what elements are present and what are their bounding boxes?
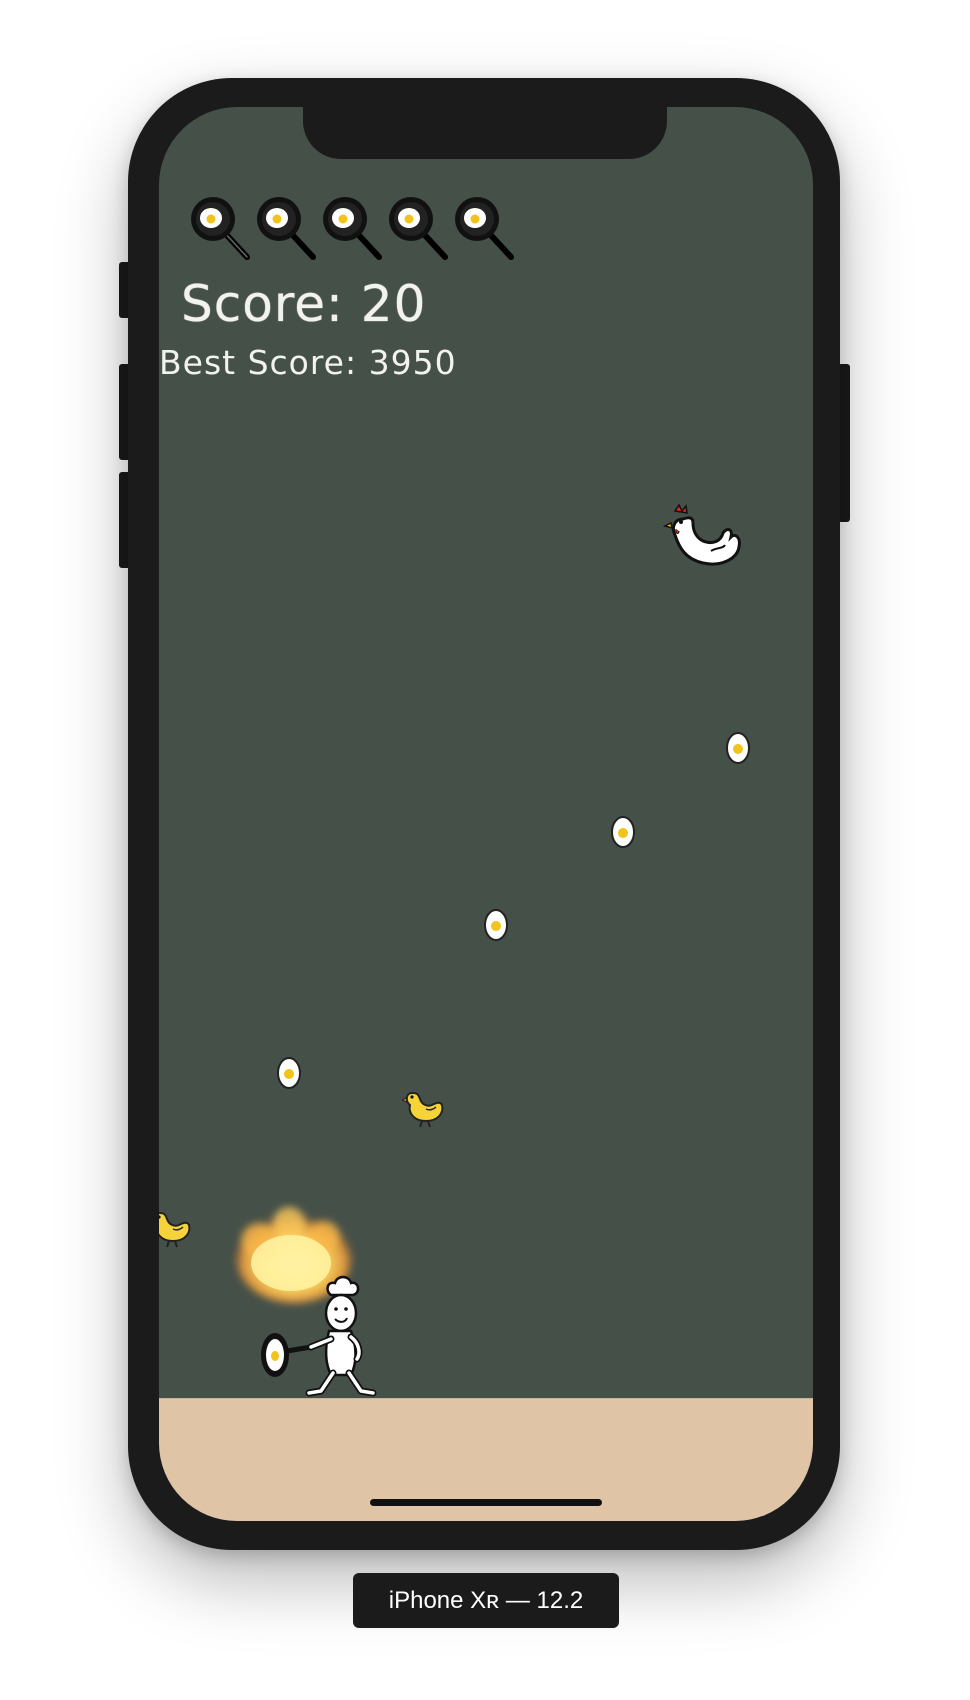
screen-notch	[303, 107, 667, 159]
frying-pan-egg-icon	[389, 197, 448, 260]
simulator-stage: Score: 20 Best Score: 3950 iPhone Xʀ — 1…	[0, 0, 970, 1700]
falling-egg-icon	[277, 1057, 301, 1089]
device-label: iPhone Xʀ — 12.2	[353, 1573, 619, 1628]
chick-icon	[402, 1091, 444, 1128]
chicken-icon	[663, 503, 741, 566]
score-label: Score: 20	[181, 275, 427, 333]
game-screen[interactable]: Score: 20 Best Score: 3950	[159, 107, 813, 1521]
frying-pan-egg-icon	[257, 197, 316, 260]
home-indicator[interactable]	[370, 1499, 602, 1506]
falling-egg-icon	[484, 909, 508, 941]
frying-pan-egg-icon	[191, 197, 250, 260]
frying-pan-egg-icon	[455, 197, 514, 260]
best-score-label: Best Score: 3950	[159, 343, 457, 382]
falling-egg-icon	[726, 732, 750, 764]
falling-egg-icon	[611, 816, 635, 848]
chef-player-icon[interactable]	[259, 1271, 387, 1399]
chick-icon	[159, 1211, 191, 1248]
lives-row	[189, 193, 515, 263]
frying-pan-egg-icon	[323, 197, 382, 260]
